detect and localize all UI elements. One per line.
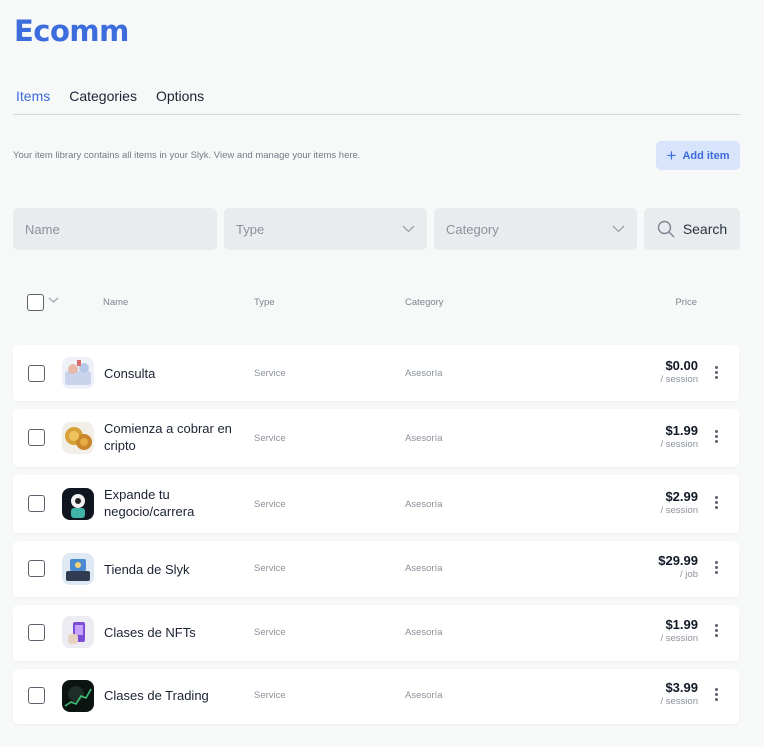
app-logo-title: Ecomm [14, 14, 129, 48]
search-icon [657, 220, 675, 238]
item-type: Service [254, 627, 286, 638]
price-unit: / session [660, 696, 699, 707]
column-header-category[interactable]: Category [405, 297, 444, 308]
add-item-label: Add item [682, 149, 730, 162]
price-unit: / session [660, 633, 699, 644]
row-checkbox[interactable] [28, 687, 45, 704]
search-button[interactable]: Search [644, 208, 740, 250]
tab-categories[interactable]: Categories [69, 88, 137, 104]
column-header-name[interactable]: Name [103, 297, 128, 308]
item-category: Asesoría [405, 433, 443, 444]
tab-items[interactable]: Items [16, 88, 50, 104]
item-name[interactable]: Clases de Trading [104, 687, 244, 704]
tab-bar: Items Categories Options [16, 88, 204, 104]
price-amount: $2.99 [665, 489, 698, 504]
item-price: $29.99 / job [625, 553, 698, 581]
price-amount: $1.99 [665, 423, 698, 438]
item-category: Asesoría [405, 368, 443, 379]
type-filter-placeholder: Type [236, 221, 265, 237]
item-category: Asesoría [405, 563, 443, 574]
price-unit: / session [660, 505, 699, 516]
add-item-button[interactable]: + Add item [656, 141, 740, 170]
table-row[interactable]: Clases de NFTs Service Asesoría $1.99 / … [13, 605, 739, 661]
more-options-icon[interactable] [711, 688, 721, 704]
item-category: Asesoría [405, 627, 443, 638]
item-thumbnail [62, 422, 94, 454]
item-category: Asesoría [405, 499, 443, 510]
table-row[interactable]: Consulta Service Asesoría $0.00 / sessio… [13, 345, 739, 401]
more-options-icon[interactable] [711, 430, 721, 446]
item-price: $1.99 / session [625, 423, 699, 451]
price-unit: / session [660, 439, 699, 450]
item-name[interactable]: Tienda de Slyk [104, 561, 244, 578]
item-type: Service [254, 563, 286, 574]
item-thumbnail [62, 680, 94, 712]
tab-divider [13, 114, 740, 115]
price-unit: / job [680, 569, 698, 580]
category-filter-placeholder: Category [446, 221, 499, 237]
name-filter-placeholder: Name [25, 221, 60, 237]
select-all-checkbox[interactable] [27, 294, 44, 311]
item-price: $3.99 / session [625, 680, 699, 708]
table-header: Name Type Category Price [0, 294, 764, 311]
item-thumbnail [62, 553, 94, 585]
chevron-down-icon [402, 225, 415, 233]
item-name[interactable]: Expande tu negocio/carrera [104, 486, 244, 520]
row-checkbox[interactable] [28, 560, 45, 577]
price-amount: $29.99 [658, 553, 698, 568]
item-price: $0.00 / session [625, 358, 699, 386]
type-filter-select[interactable]: Type [224, 208, 427, 250]
name-filter-input[interactable]: Name [13, 208, 217, 250]
chevron-down-icon[interactable] [48, 296, 59, 304]
price-amount: $1.99 [665, 617, 698, 632]
item-name[interactable]: Comienza a cobrar en cripto [104, 420, 244, 454]
item-price: $2.99 / session [625, 489, 699, 517]
table-row[interactable]: Expande tu negocio/carrera Service Aseso… [13, 475, 739, 533]
chevron-down-icon [612, 225, 625, 233]
more-options-icon[interactable] [711, 561, 721, 577]
item-name[interactable]: Consulta [104, 365, 244, 382]
plus-icon: + [666, 145, 677, 165]
tab-options[interactable]: Options [156, 88, 204, 104]
search-label: Search [682, 221, 728, 237]
table-row[interactable]: Clases de Trading Service Asesoría $3.99… [13, 669, 739, 724]
item-thumbnail [62, 616, 94, 648]
row-checkbox[interactable] [28, 624, 45, 641]
table-row[interactable]: Comienza a cobrar en cripto Service Ases… [13, 409, 739, 467]
row-checkbox[interactable] [28, 429, 45, 446]
item-type: Service [254, 433, 286, 444]
item-thumbnail [62, 488, 94, 520]
more-options-icon[interactable] [711, 624, 721, 640]
item-name[interactable]: Clases de NFTs [104, 624, 244, 641]
item-type: Service [254, 368, 286, 379]
price-amount: $3.99 [665, 680, 698, 695]
item-type: Service [254, 690, 286, 701]
price-unit: / session [660, 374, 699, 385]
more-options-icon[interactable] [711, 496, 721, 512]
item-thumbnail [62, 357, 94, 389]
item-price: $1.99 / session [625, 617, 699, 645]
column-header-price[interactable]: Price [640, 297, 697, 308]
more-options-icon[interactable] [711, 366, 721, 382]
table-row[interactable]: Tienda de Slyk Service Asesoría $29.99 /… [13, 541, 739, 597]
row-checkbox[interactable] [28, 495, 45, 512]
category-filter-select[interactable]: Category [434, 208, 637, 250]
row-checkbox[interactable] [28, 365, 45, 382]
column-header-type[interactable]: Type [254, 297, 275, 308]
item-type: Service [254, 499, 286, 510]
library-description: Your item library contains all items in … [13, 150, 361, 161]
price-amount: $0.00 [665, 358, 698, 373]
item-category: Asesoría [405, 690, 443, 701]
